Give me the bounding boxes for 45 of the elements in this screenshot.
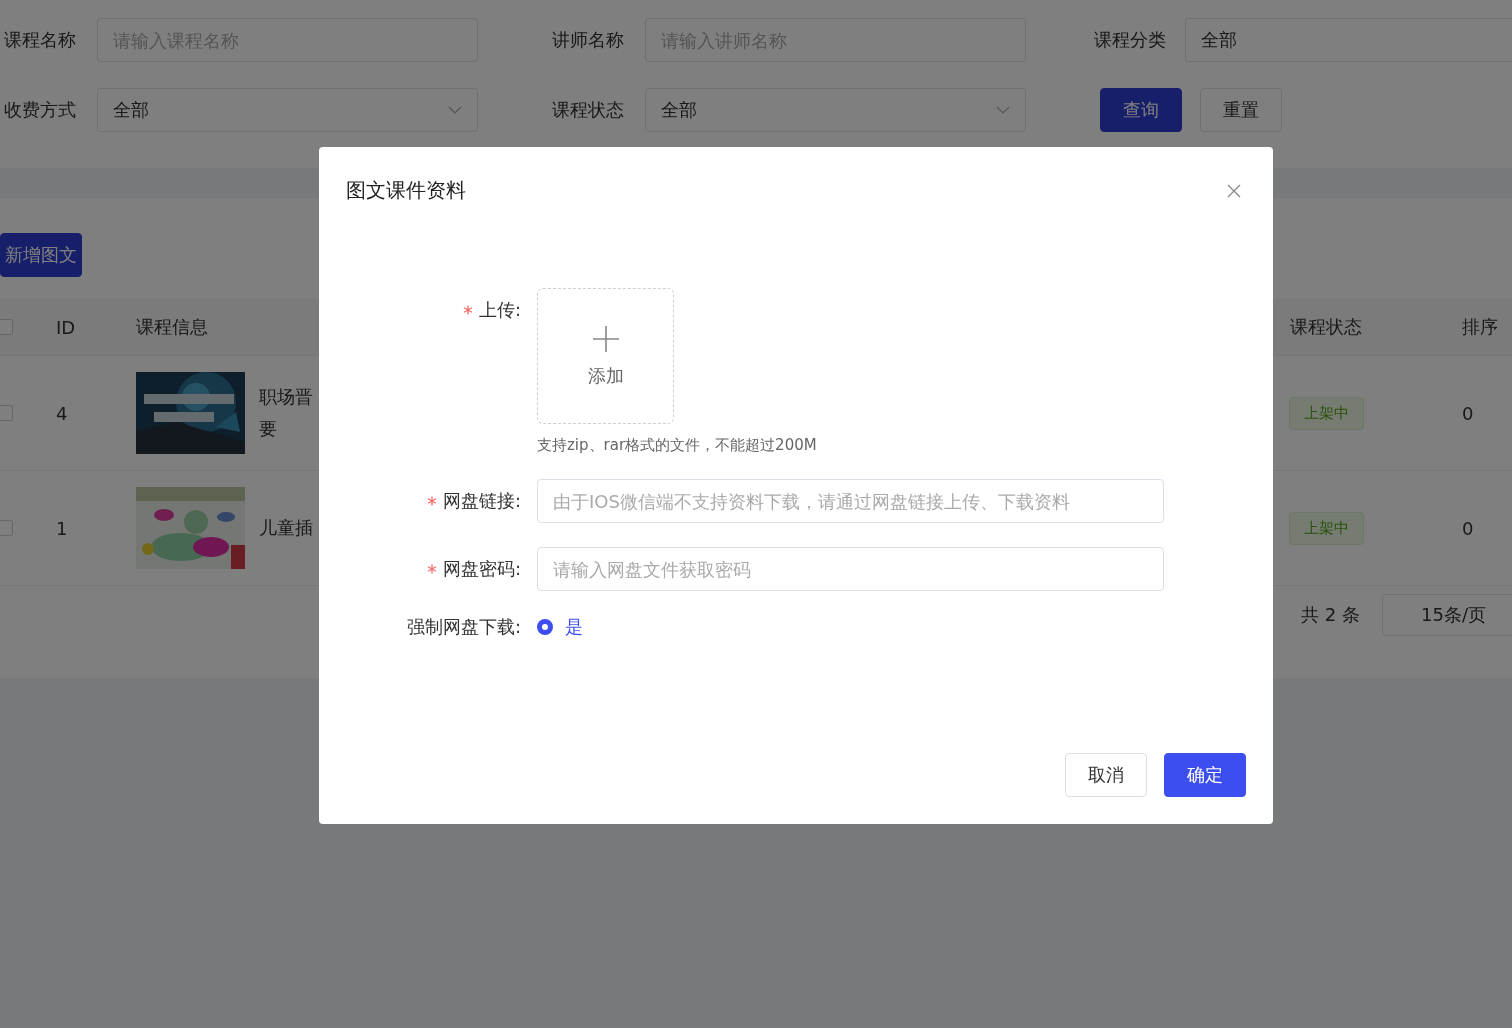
filter-select[interactable]: 全部 bbox=[1184, 18, 1512, 62]
filter-button[interactable]: 查询 bbox=[1100, 88, 1182, 132]
filter-label: 讲师名称 bbox=[552, 28, 625, 52]
filter-label: 课程名称 bbox=[4, 28, 77, 52]
table-cell-text: 1 bbox=[56, 517, 69, 539]
checkbox[interactable] bbox=[0, 405, 13, 421]
chevron-down-icon bbox=[448, 106, 462, 114]
radio-label[interactable]: 是 bbox=[565, 615, 583, 639]
upload-hint: 支持zip、rar格式的文件，不能超过200M bbox=[537, 436, 817, 455]
table-cell-text: 0 bbox=[1461, 517, 1475, 539]
radio-button[interactable] bbox=[537, 619, 553, 635]
page-size-select[interactable]: 15条/页 bbox=[1382, 594, 1512, 636]
filter-label: 课程分类 bbox=[1094, 28, 1167, 52]
chevron-down-icon bbox=[996, 106, 1010, 114]
filter-select[interactable]: 全部 bbox=[97, 88, 478, 132]
status-tag: 上架中 bbox=[1288, 511, 1364, 545]
column-header: ID bbox=[56, 316, 77, 338]
course-title: 职场晋 要 bbox=[259, 385, 313, 441]
filter-button[interactable]: 重置 bbox=[1200, 88, 1282, 132]
column-header: 课程信息 bbox=[136, 315, 209, 339]
table-cell-text: 0 bbox=[1461, 402, 1475, 424]
filter-label: 课程状态 bbox=[552, 98, 625, 122]
dialog-button[interactable]: 确定 bbox=[1164, 753, 1246, 797]
checkbox[interactable] bbox=[0, 319, 13, 335]
close-icon[interactable] bbox=[1227, 183, 1241, 198]
course-title: 儿童插 bbox=[259, 516, 313, 540]
dialog-button[interactable]: 取消 bbox=[1065, 753, 1147, 797]
form-label: 上传: bbox=[478, 298, 521, 322]
add-button[interactable]: 新增图文 bbox=[0, 233, 82, 277]
upload-button[interactable]: 添加 bbox=[537, 288, 674, 424]
dialog-title: 图文课件资料 bbox=[346, 177, 466, 204]
form-label: 网盘密码: bbox=[442, 557, 521, 581]
plus-icon bbox=[590, 324, 621, 354]
column-header: 排序 bbox=[1461, 315, 1499, 339]
input-field[interactable]: 由于IOS微信端不支持资料下载，请通过网盘链接上传、下载资料 bbox=[537, 479, 1164, 523]
total-count: 共 2 条 bbox=[1301, 603, 1360, 627]
filter-label: 收费方式 bbox=[4, 98, 77, 122]
form-label: 强制网盘下载: bbox=[406, 615, 521, 639]
column-header: 课程状态 bbox=[1289, 315, 1363, 339]
filter-select[interactable]: 全部 bbox=[645, 88, 1026, 132]
checkbox[interactable] bbox=[0, 520, 13, 536]
status-tag: 上架中 bbox=[1288, 396, 1364, 430]
input-field[interactable]: 请输入网盘文件获取密码 bbox=[537, 547, 1164, 591]
table-cell-text: 4 bbox=[56, 402, 69, 424]
form-label: 网盘链接: bbox=[442, 489, 521, 513]
